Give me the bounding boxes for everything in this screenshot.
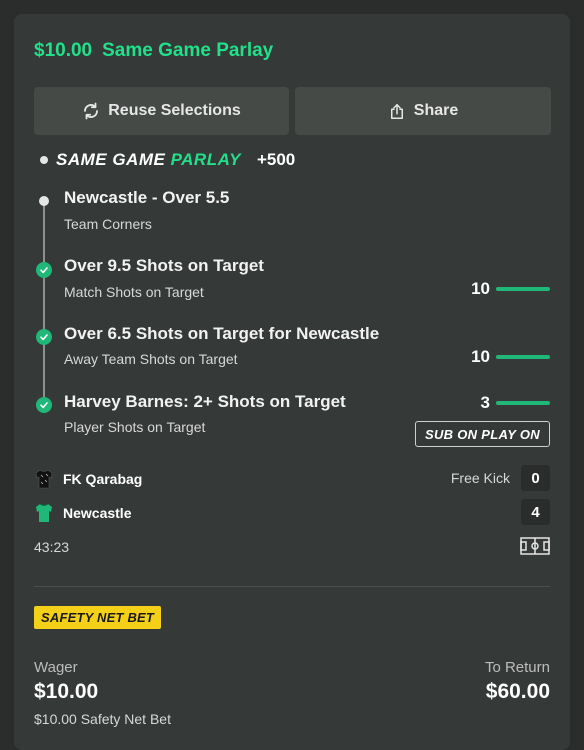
parlay-header: SAME GAME PARLAY +500	[40, 150, 295, 170]
share-label: Share	[413, 102, 459, 119]
leg-title: Over 6.5 Shots on Target for Newcastle	[64, 324, 380, 343]
bet-stake: $10.00	[34, 40, 93, 61]
home-team: FK Qarabag	[34, 469, 142, 489]
check-icon	[36, 262, 52, 278]
leg-subtitle: Player Shots on Target	[64, 419, 206, 435]
bet-header: $10.00 Same Game Parlay	[34, 40, 273, 62]
leg-title: Harvey Barnes: 2+ Shots on Target	[64, 392, 346, 411]
reuse-selections-label: Reuse Selections	[108, 102, 241, 119]
check-icon	[36, 397, 52, 413]
share-icon	[390, 103, 403, 119]
home-team-name: FK Qarabag	[63, 471, 143, 487]
newcastle-kit-icon	[36, 503, 52, 522]
pitch-icon[interactable]	[520, 536, 550, 556]
leg-progress-bar	[496, 355, 550, 359]
to-return-label: To Return	[484, 659, 550, 676]
share-button[interactable]: Share	[295, 87, 551, 135]
qarabag-kit-icon	[35, 469, 53, 489]
bet-title: Same Game Parlay	[102, 40, 274, 61]
reuse-selections-button[interactable]: Reuse Selections	[34, 87, 289, 135]
leg-pending-dot	[39, 196, 49, 206]
bet-card: $10.00 Same Game Parlay Reuse Selections …	[14, 14, 570, 750]
leg-progress: 10	[471, 347, 550, 367]
parlay-bullet	[40, 156, 48, 164]
away-team-name: Newcastle	[63, 505, 132, 521]
leg-progress: 3	[481, 393, 550, 413]
legs-connector-line	[43, 202, 45, 407]
parlay-title-b: PARLAY	[170, 150, 241, 169]
to-return-amount: $60.00	[485, 680, 550, 703]
check-icon	[36, 329, 52, 345]
leg-title: Over 9.5 Shots on Target	[64, 256, 264, 275]
home-score: 0	[521, 465, 550, 491]
wager-amount: $10.00	[34, 680, 99, 703]
parlay-odds: +500	[256, 150, 296, 169]
away-score: 4	[521, 499, 550, 525]
parlay-title: SAME GAME PARLAY	[56, 150, 241, 170]
leg-subtitle: Away Team Shots on Target	[64, 351, 238, 367]
leg-subtitle: Match Shots on Target	[64, 284, 204, 300]
leg-title: Newcastle - Over 5.5	[64, 188, 230, 207]
away-team: Newcastle	[34, 503, 131, 523]
wager-label: Wager	[34, 659, 78, 676]
wager-note: $10.00 Safety Net Bet	[34, 711, 171, 727]
leg-progress-value: 10	[471, 279, 490, 298]
parlay-title-a: SAME GAME	[56, 150, 166, 169]
safety-net-badge: SAFETY NET BET	[34, 606, 162, 629]
refresh-icon	[84, 102, 99, 120]
match-clock: 43:23	[34, 539, 70, 555]
leg-progress-bar	[496, 287, 550, 291]
leg-progress-value: 3	[480, 393, 490, 412]
leg-subtitle: Team Corners	[64, 216, 152, 232]
match-stat-label: Free Kick	[450, 470, 510, 486]
sub-on-play-on-badge: SUB ON PLAY ON	[415, 421, 550, 447]
leg-progress: 10	[471, 279, 550, 299]
leg-progress-value: 10	[471, 347, 490, 366]
divider	[34, 586, 550, 587]
leg-progress-bar	[496, 401, 550, 405]
